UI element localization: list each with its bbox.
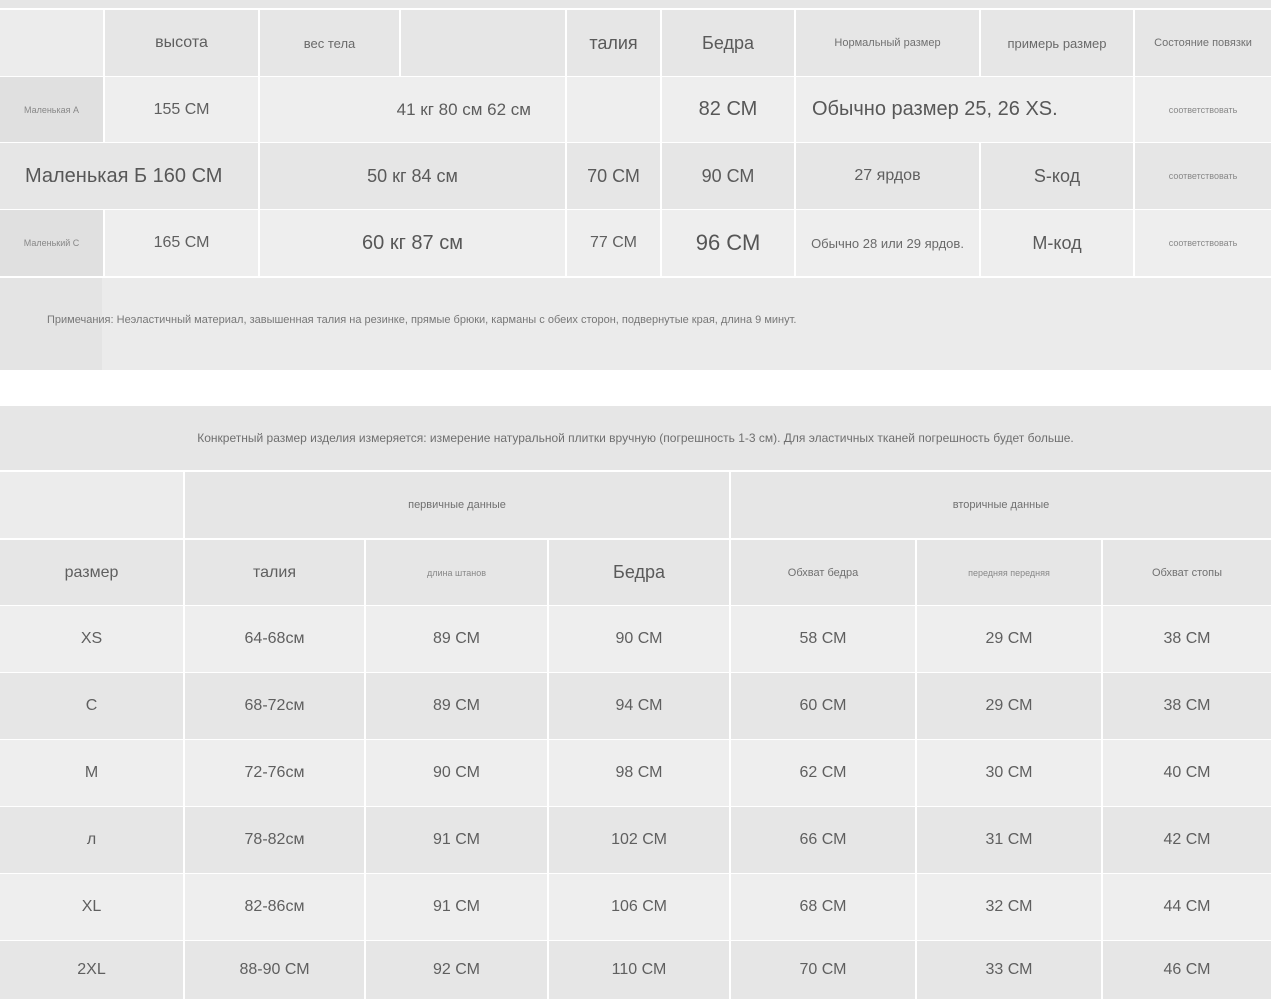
row-b-label: Маленькая Б 160 СМ	[0, 143, 258, 209]
measurement-note-banner: Конкретный размер изделия измеряется: из…	[0, 406, 1271, 470]
length-cell: 89 СМ	[366, 673, 547, 739]
col-header-size: размер	[0, 540, 183, 605]
header-col3	[401, 10, 565, 76]
group-corner-cell	[0, 472, 183, 538]
leg-opening-cell: 40 СМ	[1103, 740, 1271, 806]
col-header-front-rise: передняя передняя	[917, 540, 1101, 605]
rise-cell: 30 СМ	[917, 740, 1101, 806]
leg-opening-cell: 38 СМ	[1103, 606, 1271, 672]
thigh-cell: 70 СМ	[731, 941, 915, 999]
rise-cell: 29 СМ	[917, 673, 1101, 739]
row-c-label: Маленький С	[0, 210, 103, 276]
header-try-size: примерь размер	[981, 10, 1133, 76]
col-header-waist: талия	[185, 540, 364, 605]
header-height: высота	[105, 10, 258, 76]
waist-cell: 64-68см	[185, 606, 364, 672]
row-c-height: 165 СМ	[105, 210, 258, 276]
row-a-height: 155 СМ	[105, 77, 258, 142]
row-c-hips: 96 СМ	[662, 210, 794, 276]
row-c-try-size: М-код	[981, 210, 1133, 276]
hips-cell: 98 СМ	[549, 740, 729, 806]
col-header-leg-opening: Обхват стопы	[1103, 540, 1271, 605]
header-fit: Состояние повязки	[1135, 10, 1271, 76]
col-header-hips: Бедра	[549, 540, 729, 605]
length-cell: 91 СМ	[366, 874, 547, 940]
hips-cell: 90 СМ	[549, 606, 729, 672]
group-secondary-header: вторичные данные	[731, 472, 1271, 538]
hips-cell: 94 СМ	[549, 673, 729, 739]
header-hips: Бедра	[662, 10, 794, 76]
length-cell: 91 СМ	[366, 807, 547, 873]
row-a-label: Маленькая А	[0, 77, 103, 142]
leg-opening-cell: 46 СМ	[1103, 941, 1271, 999]
group-primary-header: первичные данные	[185, 472, 729, 538]
hips-cell: 102 СМ	[549, 807, 729, 873]
thigh-cell: 60 СМ	[731, 673, 915, 739]
col-header-pants-length: длина штанов	[366, 540, 547, 605]
leg-opening-cell: 38 СМ	[1103, 673, 1271, 739]
hips-cell: 106 СМ	[549, 874, 729, 940]
row-c-normal-size: Обычно 28 или 29 ярдов.	[796, 210, 979, 276]
top-strip	[0, 0, 1271, 8]
rise-cell: 29 СМ	[917, 606, 1101, 672]
row-b-normal-size: 27 ярдов	[796, 143, 979, 209]
row-c-fit: соответствовать	[1135, 210, 1271, 276]
hips-cell: 110 СМ	[549, 941, 729, 999]
size-cell: 2XL	[0, 941, 183, 999]
size-cell: л	[0, 807, 183, 873]
thigh-cell: 66 СМ	[731, 807, 915, 873]
col-header-thigh: Обхват бедра	[731, 540, 915, 605]
row-a-waist	[567, 77, 660, 142]
section-gap	[0, 370, 1271, 406]
size-cell: М	[0, 740, 183, 806]
leg-opening-cell: 44 СМ	[1103, 874, 1271, 940]
waist-cell: 78-82см	[185, 807, 364, 873]
row-c-waist: 77 СМ	[567, 210, 660, 276]
row-b-weight: 50 кг 84 см	[260, 143, 565, 209]
rise-cell: 31 СМ	[917, 807, 1101, 873]
size-cell: С	[0, 673, 183, 739]
row-b-hips: 90 СМ	[662, 143, 794, 209]
thigh-cell: 68 СМ	[731, 874, 915, 940]
header-corner-cell	[0, 10, 103, 76]
thigh-cell: 62 СМ	[731, 740, 915, 806]
thigh-cell: 58 СМ	[731, 606, 915, 672]
length-cell: 92 СМ	[366, 941, 547, 999]
row-b-fit: соответствовать	[1135, 143, 1271, 209]
header-normal-size: Нормальный размер	[796, 10, 979, 76]
leg-opening-cell: 42 СМ	[1103, 807, 1271, 873]
row-c-weight: 60 кг 87 см	[260, 210, 565, 276]
waist-cell: 82-86см	[185, 874, 364, 940]
waist-cell: 68-72см	[185, 673, 364, 739]
size-cell: XS	[0, 606, 183, 672]
row-a-hips: 82 СМ	[662, 77, 794, 142]
row-b-try-size: S-код	[981, 143, 1133, 209]
row-b-waist: 70 СМ	[567, 143, 660, 209]
rise-cell: 33 СМ	[917, 941, 1101, 999]
rise-cell: 32 СМ	[917, 874, 1101, 940]
notes-text: Примечания: Неэластичный материал, завыш…	[47, 314, 797, 326]
row-a-weight-waist-hips: 41 кг 80 см 62 см	[260, 77, 565, 142]
header-weight: вес тела	[260, 10, 399, 76]
waist-cell: 88-90 СМ	[185, 941, 364, 999]
row-a-size: Обычно размер 25, 26 XS.	[796, 77, 1133, 142]
size-cell: XL	[0, 874, 183, 940]
row-a-fit: соответствовать	[1135, 77, 1271, 142]
waist-cell: 72-76см	[185, 740, 364, 806]
length-cell: 90 СМ	[366, 740, 547, 806]
header-waist: талия	[567, 10, 660, 76]
length-cell: 89 СМ	[366, 606, 547, 672]
